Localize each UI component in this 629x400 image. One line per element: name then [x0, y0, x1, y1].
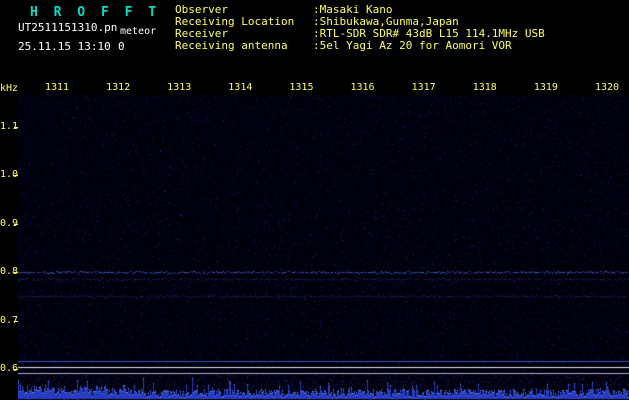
x-tick-label: 1312 — [106, 82, 131, 93]
x-tick-label: 1314 — [228, 82, 253, 93]
x-tick-label: 1319 — [533, 82, 558, 93]
x-tick-label: 1313 — [167, 82, 192, 93]
y-axis-unit: kHz — [0, 83, 19, 94]
hrofft-screen: H R O F F T UT2511151310.pn meteor 25.11… — [0, 0, 629, 400]
echo-count: 0 — [118, 40, 125, 53]
x-tick-label: 1311 — [44, 82, 70, 93]
station-info: Observer:Masaki Kano Receiving Location:S… — [175, 4, 545, 52]
info-row: Receiving antenna :5el Yagi Az 20 for Aom… — [175, 40, 545, 52]
info-value: :5el Yagi Az 20 for Aomori VOR — [313, 39, 512, 52]
x-tick-label: 1320 — [594, 82, 620, 93]
x-tick-label: 1318 — [472, 82, 497, 93]
app-title: H R O F F T — [30, 5, 161, 20]
datetime: 25.11.15 13:10 — [18, 40, 111, 53]
info-label: Receiving antenna — [175, 39, 288, 52]
x-tick-label: 1316 — [350, 82, 375, 93]
mode-label: meteor — [120, 26, 157, 37]
x-tick-label: 1317 — [411, 82, 436, 93]
x-tick-label: 1315 — [289, 82, 314, 93]
spectrogram-canvas — [18, 95, 629, 400]
filename: UT2511151310.pn — [18, 21, 118, 34]
